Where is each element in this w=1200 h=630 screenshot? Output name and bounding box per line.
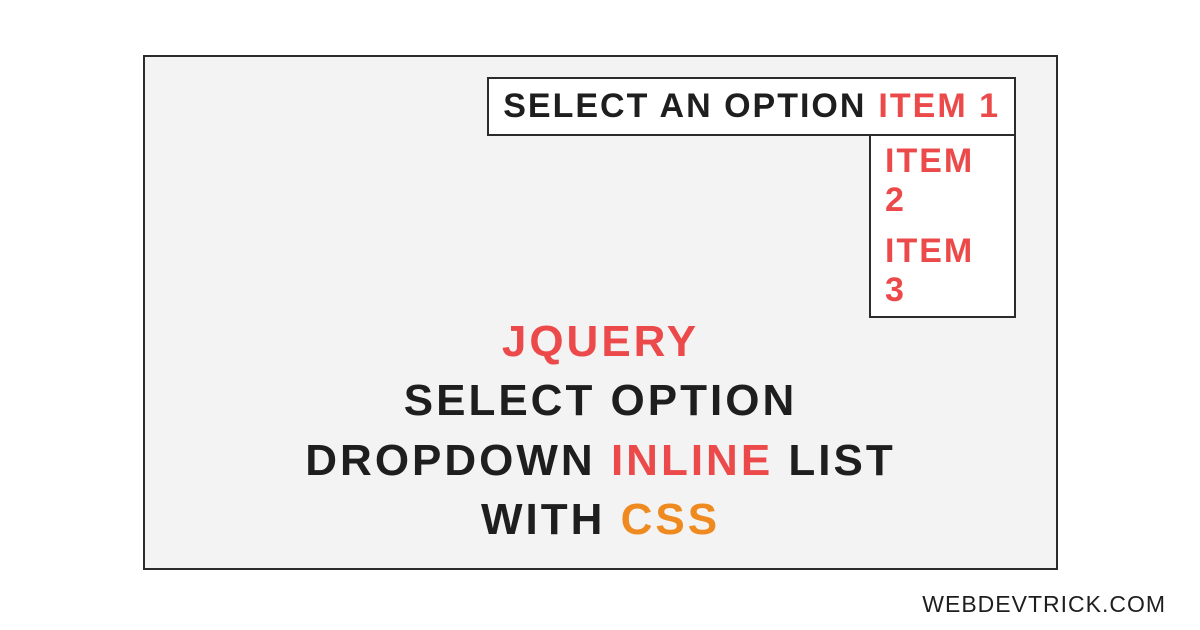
dropdown-select[interactable]: SELECT AN OPTION ITEM 1 [487, 77, 1016, 136]
dropdown-selected-value: ITEM 1 [878, 87, 1000, 126]
title-word-list: LIST [788, 436, 895, 485]
title-word-inline: INLINE [611, 436, 773, 485]
title-word-jquery: JQUERY [502, 317, 699, 366]
main-panel: SELECT AN OPTION ITEM 1 ITEM 2 ITEM 3 JQ… [143, 55, 1058, 570]
dropdown-label: SELECT AN OPTION [503, 87, 866, 126]
dropdown-option[interactable]: ITEM 3 [871, 226, 1014, 316]
dropdown-option[interactable]: ITEM 2 [871, 136, 1014, 226]
title-word-dropdown: DROPDOWN [305, 436, 595, 485]
title-word-select-option: SELECT OPTION [404, 376, 797, 425]
title-word-with: WITH [481, 495, 605, 544]
title-word-css: CSS [621, 495, 720, 544]
dropdown-options-list: ITEM 2 ITEM 3 [869, 136, 1016, 318]
watermark: WEBDEVTRICK.COM [922, 591, 1166, 618]
title-block: JQUERY SELECT OPTION DROPDOWN INLINE LIS… [145, 312, 1056, 550]
dropdown-wrapper: SELECT AN OPTION ITEM 1 ITEM 2 ITEM 3 [487, 77, 1016, 318]
